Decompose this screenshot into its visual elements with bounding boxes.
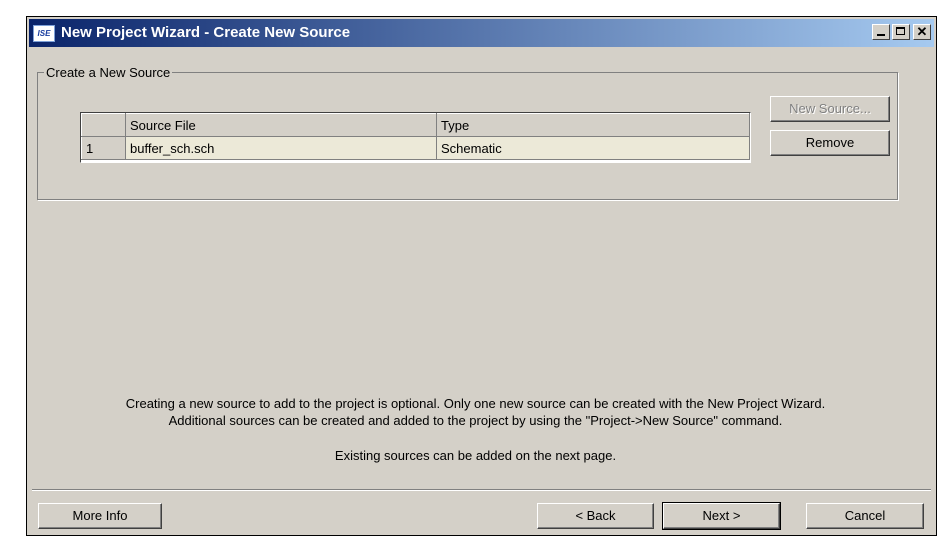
table-row[interactable]: 1 buffer_sch.sch Schematic <box>81 136 750 160</box>
info-line-1: Creating a new source to add to the proj… <box>125 396 826 411</box>
group-label: Create a New Source <box>46 65 171 80</box>
source-table[interactable]: Source File Type 1 buffer_sch.sch Schema… <box>80 112 751 163</box>
window-title: New Project Wizard - Create New Source <box>61 24 351 41</box>
close-icon: ✕ <box>916 24 928 39</box>
remove-button[interactable]: Remove <box>770 130 890 156</box>
minimize-icon <box>877 34 885 36</box>
minimize-button[interactable] <box>872 24 890 40</box>
more-info-button[interactable]: More Info <box>38 503 162 529</box>
info-line-2: Additional sources can be created and ad… <box>168 413 783 428</box>
title-bar[interactable]: ISE New Project Wizard - Create New Sour… <box>29 19 934 47</box>
back-button[interactable]: < Back <box>537 503 654 529</box>
maximize-button[interactable] <box>892 24 910 40</box>
ise-app-icon: ISE <box>33 25 55 42</box>
column-header-rownum[interactable] <box>81 113 126 137</box>
new-source-button[interactable]: New Source... <box>770 96 890 122</box>
row-number[interactable]: 1 <box>81 136 126 160</box>
next-button[interactable]: Next > <box>662 502 781 530</box>
cancel-button[interactable]: Cancel <box>806 503 924 529</box>
info-line-3: Existing sources can be added on the nex… <box>334 448 617 463</box>
close-button[interactable]: ✕ <box>913 24 931 40</box>
separator <box>32 489 931 491</box>
source-file-cell[interactable]: buffer_sch.sch <box>125 136 437 160</box>
column-header-source-file[interactable]: Source File <box>125 113 437 137</box>
maximize-icon <box>896 27 905 35</box>
type-cell[interactable]: Schematic <box>436 136 750 160</box>
column-header-type[interactable]: Type <box>436 113 750 137</box>
